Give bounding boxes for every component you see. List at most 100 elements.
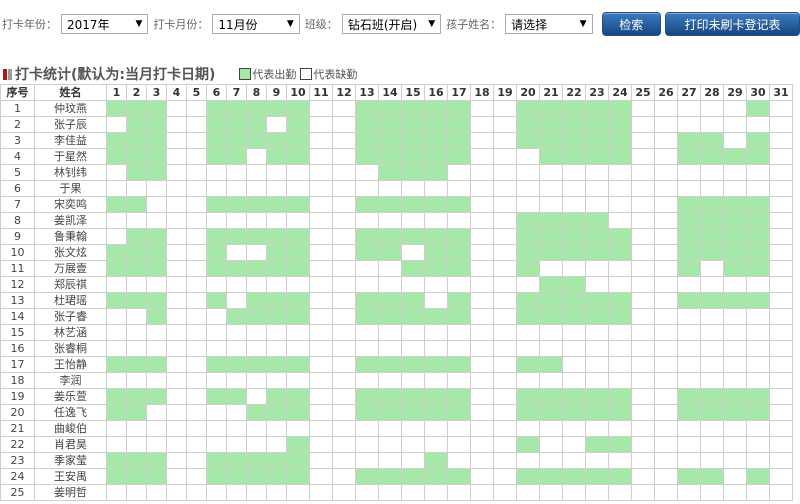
attendance-absent-cell [562,484,586,501]
attendance-absent-cell [585,356,609,373]
day-header-24: 24 [608,84,632,101]
attendance-present-cell [516,228,540,245]
day-header-2: 2 [126,84,147,101]
class-select[interactable]: 钻石班(开启) ▼ [341,14,442,34]
attendance-absent-cell [746,276,770,293]
attendance-absent-cell [562,436,586,453]
attendance-present-cell [746,132,770,149]
attendance-absent-cell [332,388,356,405]
day-header-11: 11 [309,84,333,101]
attendance-absent-cell [516,452,540,469]
attendance-present-cell [266,132,287,149]
attendance-present-cell [608,388,632,405]
attendance-present-cell [286,436,310,453]
year-select[interactable]: 2017年 ▼ [61,14,149,34]
attendance-present-cell [608,308,632,325]
attendance-absent-cell [226,372,247,389]
attendance-present-cell [246,292,267,309]
day-header-1: 1 [106,84,127,101]
attendance-present-cell [562,148,586,165]
student-name: 姜乐萱 [34,388,107,405]
student-name: 季家莹 [34,452,107,469]
attendance-present-cell [424,308,448,325]
attendance-absent-cell [723,468,747,485]
attendance-absent-cell [654,356,678,373]
row-index: 11 [0,260,35,277]
attendance-absent-cell [206,436,227,453]
attendance-absent-cell [470,452,494,469]
attendance-present-cell [246,308,267,325]
chevron-down-icon: ▼ [579,19,587,29]
attendance-absent-cell [769,292,793,309]
attendance-absent-cell [562,420,586,437]
attendance-present-cell [266,308,287,325]
attendance-absent-cell [309,292,333,309]
attendance-absent-cell [700,324,724,341]
attendance-present-cell [146,260,167,277]
attendance-present-cell [286,228,310,245]
attendance-present-cell [447,292,471,309]
attendance-absent-cell [309,196,333,213]
attendance-absent-cell [166,436,187,453]
attendance-absent-cell [186,292,207,309]
attendance-absent-cell [631,132,655,149]
print-unswiped-button[interactable]: 打印未刷卡登记表 [665,12,800,36]
day-header-8: 8 [246,84,267,101]
attendance-absent-cell [562,196,586,213]
attendance-absent-cell [332,212,356,229]
attendance-present-cell [700,212,724,229]
attendance-absent-cell [677,436,701,453]
attendance-present-cell [562,404,586,421]
attendance-absent-cell [424,484,448,501]
attendance-present-cell [355,100,379,117]
row-index: 6 [0,180,35,197]
attendance-absent-cell [401,244,425,261]
attendance-absent-cell [355,324,379,341]
attendance-present-cell [378,148,402,165]
attendance-absent-cell [447,420,471,437]
attendance-absent-cell [631,308,655,325]
attendance-absent-cell [332,132,356,149]
attendance-absent-cell [769,484,793,501]
attendance-absent-cell [700,116,724,133]
day-header-30: 30 [746,84,770,101]
student-name: 张子辰 [34,116,107,133]
row-index: 10 [0,244,35,261]
attendance-absent-cell [332,244,356,261]
search-button[interactable]: 检索 [601,12,662,36]
attendance-absent-cell [226,292,247,309]
day-header-15: 15 [401,84,425,101]
attendance-present-cell [723,292,747,309]
attendance-absent-cell [470,148,494,165]
attendance-absent-cell [539,436,563,453]
attendance-absent-cell [516,164,540,181]
attendance-absent-cell [186,308,207,325]
attendance-absent-cell [424,180,448,197]
table-row: 5 林钊纬 [0,164,793,181]
attendance-present-cell [206,116,227,133]
class-select-value: 钻石班(开启) [347,17,418,32]
attendance-absent-cell [677,164,701,181]
month-select[interactable]: 11月份 ▼ [212,14,300,34]
attendance-absent-cell [206,276,227,293]
attendance-present-cell [106,356,127,373]
attendance-present-cell [266,404,287,421]
attendance-present-cell [286,132,310,149]
attendance-absent-cell [723,484,747,501]
attendance-absent-cell [424,340,448,357]
attendance-absent-cell [723,324,747,341]
attendance-present-cell [401,228,425,245]
attendance-present-cell [106,100,127,117]
attendance-absent-cell [746,324,770,341]
attendance-absent-cell [470,244,494,261]
child-select-value: 请选择 [511,17,548,32]
attendance-absent-cell [539,196,563,213]
attendance-present-cell [700,244,724,261]
attendance-absent-cell [401,484,425,501]
child-select[interactable]: 请选择 ▼ [505,14,593,34]
attendance-absent-cell [608,324,632,341]
attendance-absent-cell [585,164,609,181]
attendance-absent-cell [493,372,517,389]
attendance-present-cell [562,100,586,117]
attendance-absent-cell [378,436,402,453]
